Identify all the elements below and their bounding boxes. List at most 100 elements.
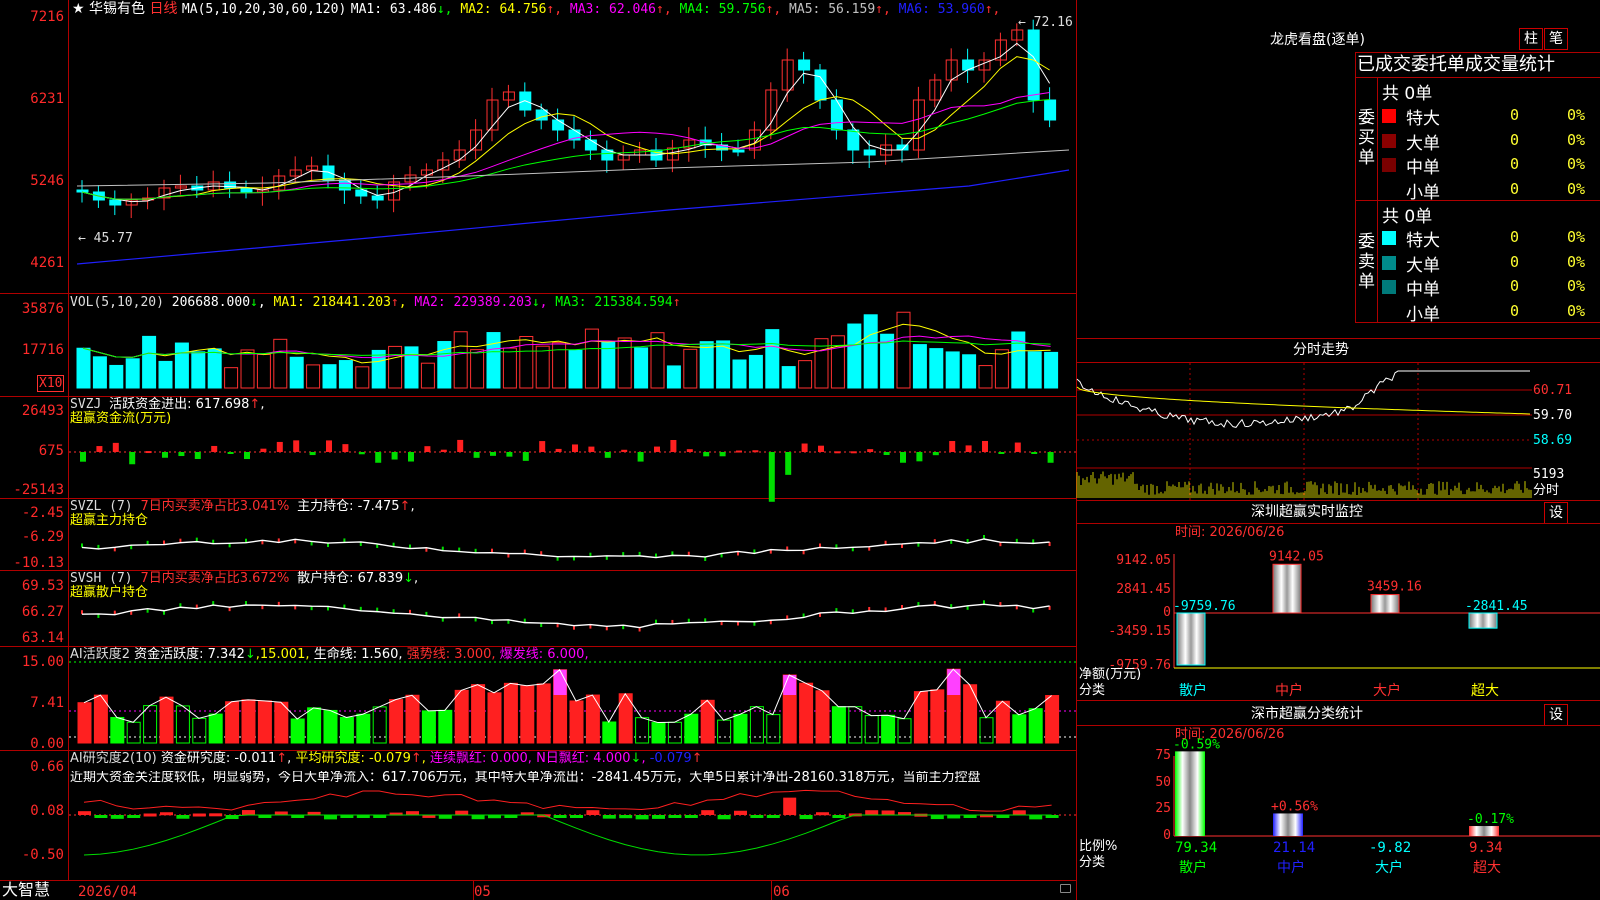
monitor-category-1: 散户 [1179,682,1207,699]
fund-flow-bar [768,452,775,502]
svzl-yaxis-3: -10.13 [13,555,64,571]
volume-bar [338,360,353,389]
monitor-bar-2 [1272,563,1302,614]
fund-flow-bar [80,452,86,462]
research-bar [586,810,600,815]
ma-line-2 [81,56,1050,200]
candlestick-chart[interactable] [69,0,1076,293]
dragon-tabs[interactable]: 已成交委托单成交量统计 [1357,55,1555,75]
ai-research-chart[interactable] [69,751,1076,880]
volume-bar [912,344,927,389]
column-view-button[interactable]: 柱 [1519,28,1543,50]
low-price-mark: ← 45.77 [78,231,133,246]
research-bar [684,815,698,818]
fund-flow-bar [211,445,218,452]
fund-flow-bar [440,449,447,452]
date-axis-3: 06 [773,884,790,900]
fund-flow-bar [178,452,185,457]
volume-bar [798,360,813,389]
fund-flow-bar [916,452,923,462]
buy-swatch-1 [1382,109,1396,123]
activity-bar [225,701,240,744]
activity-bar [815,690,830,744]
volume-bar [896,311,911,389]
fund-flow-bar [801,443,808,452]
fund-flow-bar [982,440,988,452]
buy-row-value-2: 0 [1510,130,1520,149]
sell-row-value-1: 0 [1510,228,1520,246]
volume-chart[interactable] [69,294,1076,396]
volume-bar [125,358,140,389]
activity-bar [487,692,502,744]
high-price-mark: ← 72.16 [1018,15,1073,30]
research-bar [274,811,288,815]
fund-flow-bar [604,452,611,458]
volume-bar [142,335,157,389]
sell-side-label: 委卖单 [1358,232,1375,292]
monitor-bar-chart[interactable]: -9759.76 散户 9142.05 中户 3459.16 大户 -2841.45 超大 [1077,524,1600,700]
volume-bar [847,323,862,389]
fund-flow-chart[interactable] [69,397,1076,502]
candle-body [552,119,565,131]
sell-row-pct-2: 0% [1567,252,1586,271]
research-bar [553,815,567,818]
fund-flow-bar [998,452,1005,454]
classify-bar-4 [1469,826,1499,836]
activity-burst-bar [947,669,961,695]
activity-bar [438,709,453,744]
fund-flow-bar [260,448,267,452]
fund-flow-bar [358,452,365,455]
volume-bar [355,366,370,389]
research-bar [438,815,452,819]
main-yaxis-1: 7216 [30,9,64,25]
left-chart-area[interactable]: ★ 华锡有色 日线 MA(5,10,20,30,60,120) MA1: 63.… [0,0,1077,900]
intraday-unit[interactable]: 分时 [1533,484,1559,498]
fund-flow-bar [129,452,136,465]
candle-body [732,149,745,153]
brand-label: 大智慧 [2,880,51,899]
volume-bar [732,359,747,389]
sell-row-pct-3: 0% [1567,277,1586,295]
fund-flow-bar [522,452,529,461]
sell-row-pct-4: 0% [1567,301,1586,320]
monitor-settings-button[interactable]: 设 [1544,502,1568,524]
fund-flow-bar [654,446,660,452]
fund-flow-bar [949,441,956,452]
volume-bar [306,364,321,389]
research-bar [635,815,649,820]
volume-bar [584,328,599,389]
classify-settings-button[interactable]: 设 [1544,704,1568,726]
retail-holding-chart[interactable] [69,571,1076,646]
candle-body [798,59,811,71]
svsh-yaxis-3: 63.14 [21,630,64,646]
buy-row-pct-3: 0% [1567,155,1586,173]
activity-bar [389,699,404,744]
intraday-chart[interactable] [1076,363,1600,500]
lock-icon[interactable] [1060,884,1071,893]
fund-flow-bar [227,452,234,454]
intraday-price-3: 58.69 [1533,433,1573,448]
activity-bar [471,684,486,744]
volume-bar [486,332,501,389]
main-holding-chart[interactable] [69,499,1076,570]
buy-row-value-3: 0 [1510,155,1520,173]
activity-bar [274,701,289,744]
tick-view-button[interactable]: 笔 [1544,28,1568,50]
candle-body [289,169,302,177]
ai-activity-chart[interactable] [69,647,1076,750]
buy-row-pct-2: 0% [1567,130,1586,149]
candle-body [814,69,827,101]
vol-yaxis-1: 35876 [21,301,64,317]
fund-flow-bar [539,441,546,452]
classify-bar-chart[interactable]: -0.59% 79.34 散户 +0.56% 21.14 中户 -9.82 大户 -0.17% 9… [1077,726,1600,900]
buy-row-value-4: 0 [1510,179,1520,198]
volume-bar [453,331,468,389]
svzj-yaxis-2: 675 [38,443,64,459]
fund-flow-bar [162,452,168,458]
buy-row-pct-1: 0% [1567,106,1586,124]
activity-bar [602,721,617,744]
classify-value-label-2: 21.14 [1273,840,1315,856]
fund-flow-bar [326,440,332,452]
classify-value-label-3: -9.82 [1369,840,1411,856]
activity-bar [1012,714,1027,744]
